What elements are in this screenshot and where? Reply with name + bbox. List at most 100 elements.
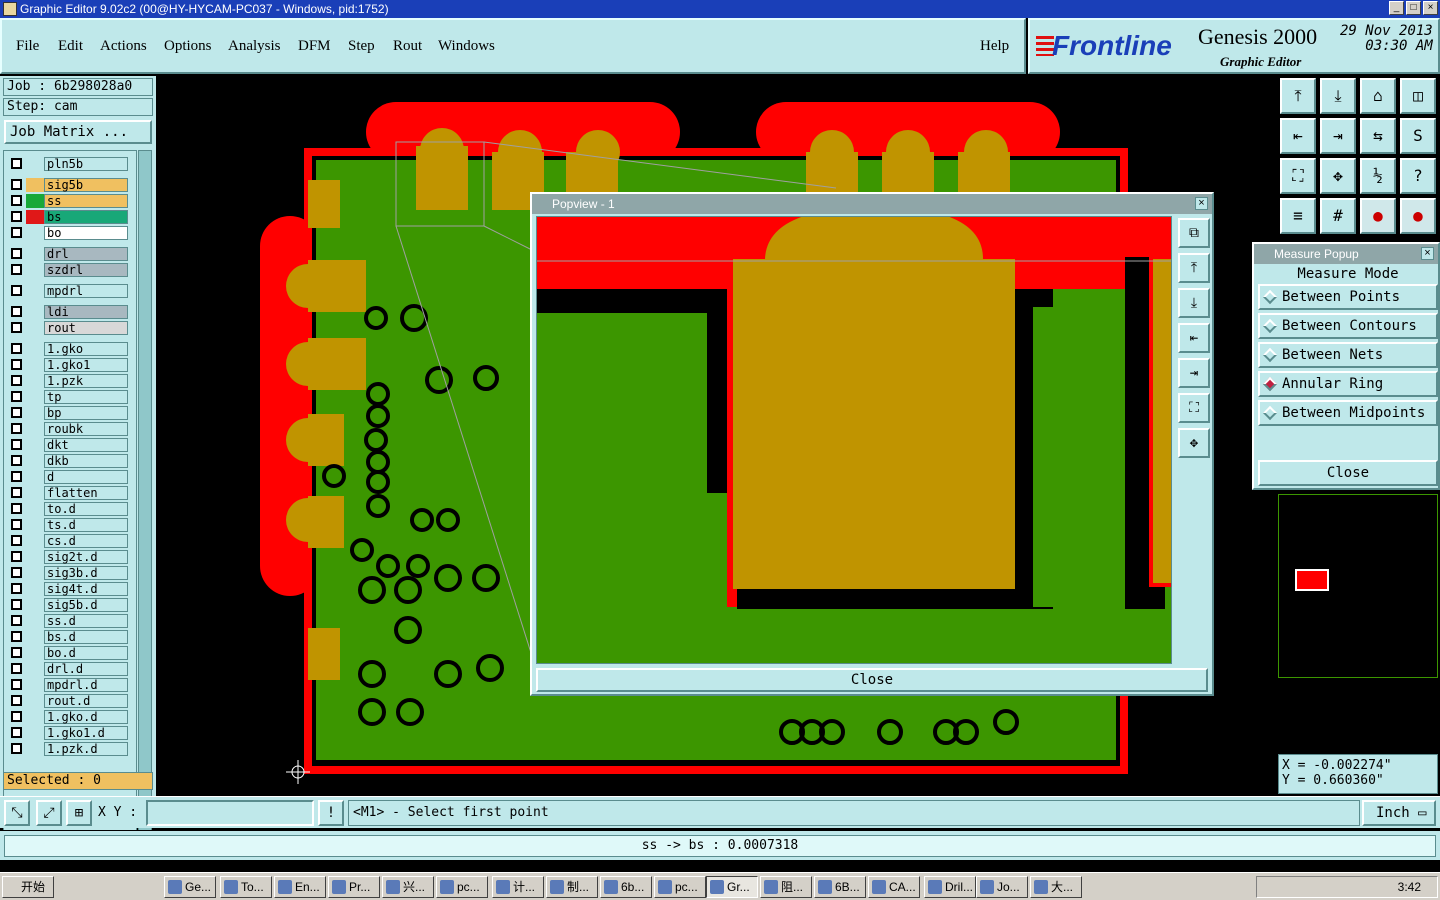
measure-close-button[interactable]: Close: [1258, 460, 1438, 486]
taskbar-item[interactable]: 制...: [546, 876, 598, 898]
taskbar-item[interactable]: pc...: [436, 876, 488, 898]
layer-checkbox[interactable]: [11, 599, 22, 610]
layer-name[interactable]: ss.d: [44, 614, 128, 628]
swap-icon[interactable]: S: [1400, 118, 1436, 154]
layer-name[interactable]: bo.d: [44, 646, 128, 660]
layer-name[interactable]: dkb: [44, 454, 128, 468]
layer-checkbox[interactable]: [11, 487, 22, 498]
layer-checkbox[interactable]: [11, 471, 22, 482]
layer-checkbox[interactable]: [11, 439, 22, 450]
taskbar-item[interactable]: 计...: [492, 876, 544, 898]
layer-name[interactable]: sig3b.d: [44, 566, 128, 580]
menu-step[interactable]: Step: [348, 38, 375, 55]
layer-row[interactable]: sig3b.d: [8, 566, 128, 580]
layer-checkbox[interactable]: [11, 211, 22, 222]
layer-name[interactable]: mpdrl.d: [44, 678, 128, 692]
measure-close-icon[interactable]: ×: [1421, 247, 1434, 260]
taskbar-item[interactable]: 6b...: [600, 876, 652, 898]
layer-name[interactable]: 1.gko1.d: [44, 726, 128, 740]
layer-row[interactable]: 1.pzk: [8, 374, 128, 388]
measure-option[interactable]: Between Points: [1258, 284, 1438, 310]
layer-row[interactable]: sig5b.d: [8, 598, 128, 612]
layer-checkbox[interactable]: [11, 195, 22, 206]
layer-row[interactable]: mpdrl: [8, 284, 128, 298]
layer-checkbox[interactable]: [11, 727, 22, 738]
layer-row[interactable]: tp: [8, 390, 128, 404]
zoom-fit-icon[interactable]: ⛶: [1280, 158, 1316, 194]
layer-row[interactable]: bo.d: [8, 646, 128, 660]
layer-name[interactable]: 1.pzk: [44, 374, 128, 388]
layer-name[interactable]: rout.d: [44, 694, 128, 708]
layer-name[interactable]: d: [44, 470, 128, 484]
layer-checkbox[interactable]: [11, 551, 22, 562]
layer-row[interactable]: flatten: [8, 486, 128, 500]
layer-row[interactable]: ss: [8, 194, 128, 208]
layer-checkbox[interactable]: [11, 306, 22, 317]
measure-option[interactable]: Between Nets: [1258, 342, 1438, 368]
layer-row[interactable]: ldi: [8, 305, 128, 319]
taskbar-item[interactable]: 6B...: [814, 876, 866, 898]
pv-zoom-icon[interactable]: ⧉: [1178, 218, 1210, 248]
layer-name[interactable]: to.d: [44, 502, 128, 516]
mirror-icon[interactable]: ⇆: [1360, 118, 1396, 154]
job-matrix-button[interactable]: Job Matrix ...: [4, 120, 152, 144]
xy-input[interactable]: [146, 800, 314, 826]
layer-checkbox[interactable]: [11, 567, 22, 578]
layer-row[interactable]: 1.gko1.d: [8, 726, 128, 740]
layer-name[interactable]: flatten: [44, 486, 128, 500]
settings-icon[interactable]: ≡: [1280, 198, 1316, 234]
layer-checkbox[interactable]: [11, 375, 22, 386]
taskbar-item[interactable]: Dril...: [924, 876, 976, 898]
layer-checkbox[interactable]: [11, 519, 22, 530]
layer-checkbox[interactable]: [11, 695, 22, 706]
layer-checkbox[interactable]: [11, 583, 22, 594]
layer-row[interactable]: drl.d: [8, 662, 128, 676]
popview-close-icon[interactable]: ×: [1195, 197, 1208, 210]
layer-checkbox[interactable]: [11, 615, 22, 626]
layer-checkbox[interactable]: [11, 663, 22, 674]
layer-row[interactable]: dkb: [8, 454, 128, 468]
layer-checkbox[interactable]: [11, 322, 22, 333]
menu-windows[interactable]: Windows: [438, 38, 495, 55]
layer-checkbox[interactable]: [11, 285, 22, 296]
layer-row[interactable]: mpdrl.d: [8, 678, 128, 692]
layer-row[interactable]: 1.gko: [8, 342, 128, 356]
menu-rout[interactable]: Rout: [393, 38, 422, 55]
popview-canvas[interactable]: [536, 216, 1172, 664]
layer-row[interactable]: bp: [8, 406, 128, 420]
taskbar-item[interactable]: Pr...: [328, 876, 380, 898]
menu-actions[interactable]: Actions: [100, 38, 147, 55]
layer-name[interactable]: cs.d: [44, 534, 128, 548]
snap-icon[interactable]: ●: [1360, 198, 1396, 234]
taskbar-item[interactable]: pc...: [654, 876, 706, 898]
maximize-button[interactable]: □: [1406, 1, 1421, 15]
layer-checkbox[interactable]: [11, 679, 22, 690]
layer-name[interactable]: bp: [44, 406, 128, 420]
layer-name[interactable]: bs.d: [44, 630, 128, 644]
layer-name[interactable]: pln5b: [44, 157, 128, 171]
layer-checkbox[interactable]: [11, 631, 22, 642]
start-button[interactable]: 开始: [2, 876, 54, 898]
layer-name[interactable]: rout: [44, 321, 128, 335]
layer-checkbox[interactable]: [11, 179, 22, 190]
layer-checkbox[interactable]: [11, 359, 22, 370]
layer-checkbox[interactable]: [11, 407, 22, 418]
taskbar-item[interactable]: Ge...: [164, 876, 216, 898]
taskbar-item[interactable]: CA...: [868, 876, 920, 898]
layer-scrollbar[interactable]: [138, 150, 152, 836]
menu-file[interactable]: File: [16, 38, 39, 55]
pv-up-icon[interactable]: ⤒: [1178, 253, 1210, 283]
pv-right-icon[interactable]: ⇥: [1178, 358, 1210, 388]
layer-name[interactable]: bo: [44, 226, 128, 240]
layer-row[interactable]: rout: [8, 321, 128, 335]
layer-checkbox[interactable]: [11, 343, 22, 354]
menu-dfm[interactable]: DFM: [298, 38, 331, 55]
layer-row[interactable]: sig4t.d: [8, 582, 128, 596]
layer-checkbox[interactable]: [11, 248, 22, 259]
taskbar-item[interactable]: 大...: [1030, 876, 1082, 898]
layer-row[interactable]: 1.pzk.d: [8, 742, 128, 756]
pan-right-icon[interactable]: ⇥: [1320, 118, 1356, 154]
zoom-center-icon[interactable]: ✥: [1320, 158, 1356, 194]
taskbar-item[interactable]: Gr...: [706, 876, 758, 898]
split-view-icon[interactable]: ◫: [1400, 78, 1436, 114]
